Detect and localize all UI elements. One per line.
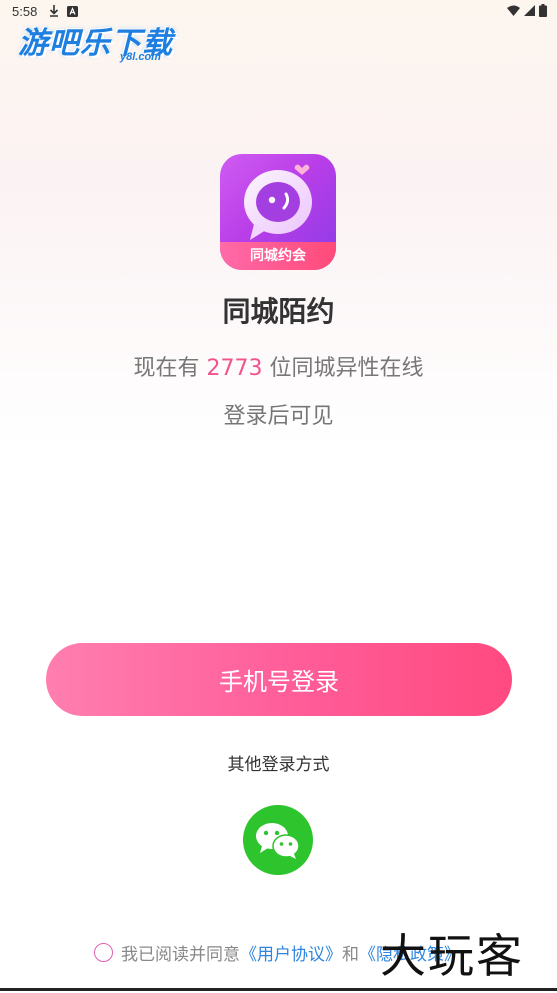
online-count-line: 现在有 2773 位同城异性在线 — [0, 350, 557, 382]
wechat-icon — [256, 823, 300, 859]
app-notification-icon — [67, 5, 79, 17]
phone-login-button[interactable]: 手机号登录 — [46, 643, 512, 716]
app-icon-banner: 同城约会 — [220, 242, 336, 270]
signal-icon — [524, 5, 535, 16]
home-indicator — [0, 988, 557, 991]
online-suffix: 位同城异性在线 — [269, 356, 424, 381]
wechat-login-button[interactable] — [243, 805, 313, 875]
user-agreement-link[interactable]: 《用户协议》 — [240, 940, 342, 965]
status-time: 5:58 — [12, 3, 38, 19]
login-hint: 登录后可见 — [223, 404, 334, 429]
app-icon: 同城约会 — [220, 154, 336, 270]
status-system-icons — [507, 4, 547, 17]
online-prefix: 现在有 — [133, 356, 200, 381]
status-notification-icons — [49, 5, 79, 17]
watermark-bottom: 大玩客 — [380, 929, 524, 983]
agreement-text: 我已阅读并同意 — [121, 944, 240, 965]
other-login-label: 其他登录方式 — [227, 755, 330, 775]
download-icon — [50, 5, 59, 17]
agreement-and: 和 — [342, 944, 359, 965]
watermark-logo-subtitle: y8l.com — [120, 51, 161, 63]
agree-checkbox[interactable] — [94, 942, 113, 962]
online-count: 2773 — [206, 356, 263, 381]
app-name: 同城陌约 — [222, 295, 335, 328]
battery-icon — [539, 4, 547, 17]
wifi-icon — [507, 5, 520, 16]
